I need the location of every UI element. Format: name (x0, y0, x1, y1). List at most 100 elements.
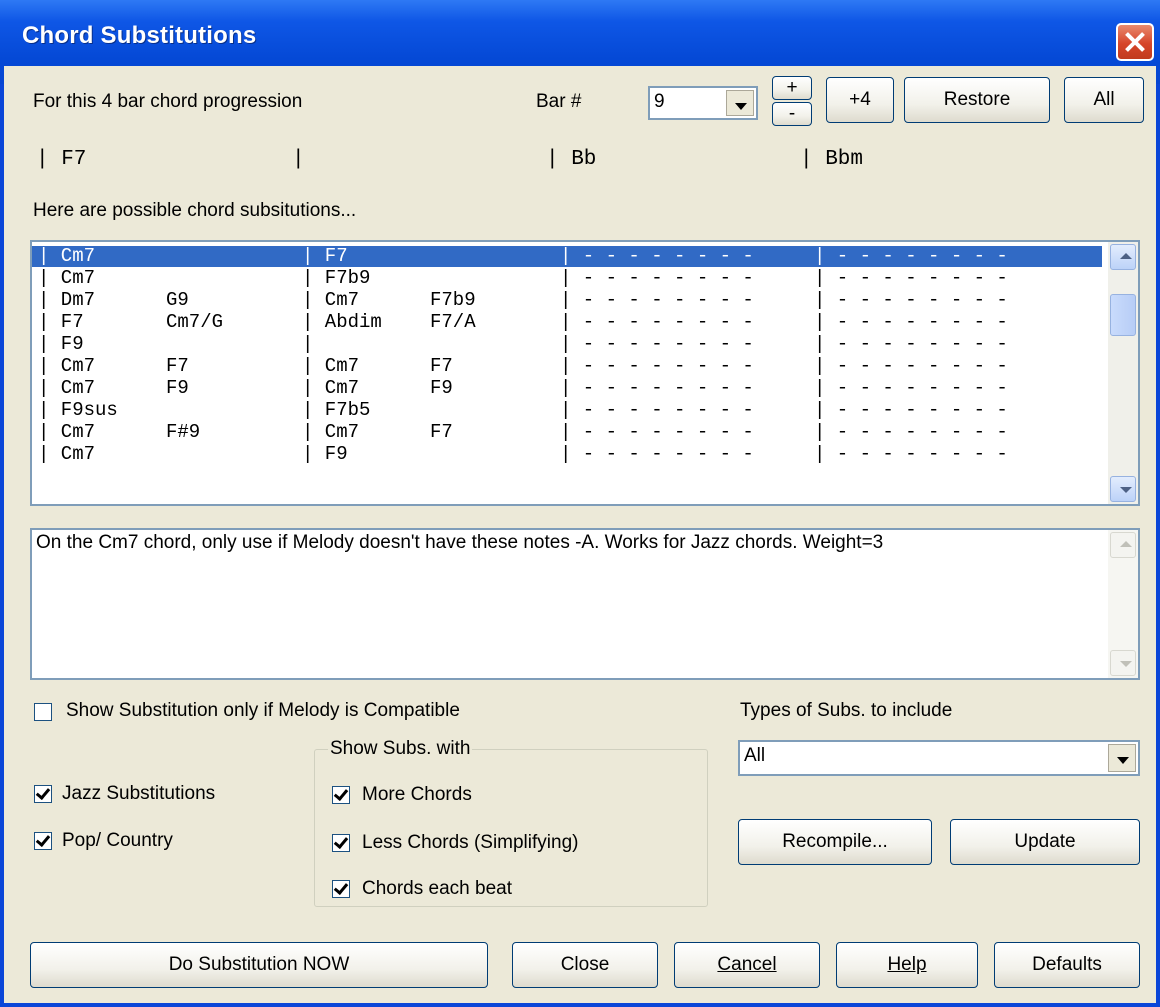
list-cell: | F7 (302, 245, 348, 267)
list-cell: | - - - - - - - - (814, 421, 1008, 443)
list-cell: | - - - - - - - - (814, 289, 1008, 311)
list-cell: Cm7/G (166, 311, 224, 333)
description-text: On the Cm7 chord, only use if Melody doe… (36, 532, 884, 553)
list-cell: | Cm7 (38, 443, 96, 465)
window-title: Chord Substitutions (22, 22, 257, 49)
list-cell: | Cm7 (38, 355, 96, 377)
plus4-button[interactable]: +4 (826, 77, 894, 123)
chevron-down-icon[interactable] (1108, 744, 1136, 772)
bar-number-value: 9 (654, 91, 665, 112)
list-cell: | - - - - - - - - (814, 333, 1008, 355)
close-window-button[interactable] (1116, 23, 1154, 61)
dialog-window: Chord Substitutions For this 4 bar chord… (0, 0, 1160, 1007)
list-item[interactable]: | Cm7 | F7 | - - - - - - - - | - - - - - - … (32, 246, 1102, 267)
recompile-button[interactable]: Recompile... (738, 819, 932, 865)
list-cell: | F7b5 (302, 399, 371, 421)
list-cell: G9 (166, 289, 189, 311)
do-substitution-button[interactable]: Do Substitution NOW (30, 942, 488, 988)
chevron-up-icon (1120, 541, 1132, 547)
list-cell: | Cm7 (302, 355, 360, 377)
list-cell: | - - - - - - - - (560, 245, 754, 267)
substitution-list[interactable]: | Cm7 | F7 | - - - - - - - - | - - - - - - … (30, 240, 1140, 506)
each-beat-checkbox[interactable] (332, 880, 350, 898)
update-button[interactable]: Update (950, 819, 1140, 865)
list-item[interactable]: | Cm7 F9 | Cm7 F9 | - - - - - - - - | - - - -… (32, 378, 1102, 399)
each-beat-label: Chords each beat (362, 878, 512, 899)
list-cell: | F7 (38, 311, 84, 333)
list-item[interactable]: | F9sus | F7b5 | - - - - - - - - | - - - - … (32, 400, 1102, 421)
list-cell: F9 (430, 377, 453, 399)
list-cell: | - - - - - - - - (560, 333, 754, 355)
description-box[interactable]: On the Cm7 chord, only use if Melody doe… (30, 528, 1140, 680)
list-cell: | Cm7 (38, 377, 96, 399)
list-cell: | - - - - - - - - (814, 399, 1008, 421)
list-cell: F9 (166, 377, 189, 399)
list-cell: | - - - - - - - - (560, 289, 754, 311)
list-cell: | - - - - - - - - (814, 377, 1008, 399)
list-cell: | Cm7 (302, 421, 360, 443)
jazz-substitutions-checkbox[interactable] (34, 785, 52, 803)
types-label: Types of Subs. to include (740, 700, 953, 721)
list-cell: | Dm7 (38, 289, 96, 311)
show-subs-group-label: Show Subs. with (328, 738, 473, 760)
list-item[interactable]: | F7 Cm7/G | Abdim F7/A | - - - - - - - - | -… (32, 312, 1102, 333)
chevron-down-icon[interactable] (726, 90, 754, 116)
list-item[interactable]: | Cm7 | F7b9 | - - - - - - - - | - - - - - … (32, 268, 1102, 289)
list-cell: | - - - - - - - - (560, 311, 754, 333)
help-button[interactable]: Help (836, 942, 978, 988)
bar-2-chord: | (292, 148, 305, 171)
defaults-button[interactable]: Defaults (994, 942, 1140, 988)
bar-minus-button[interactable]: - (772, 102, 812, 126)
list-item[interactable]: | Cm7 F7 | Cm7 F7 | - - - - - - - - | - - - -… (32, 356, 1102, 377)
chevron-down-icon (1120, 487, 1132, 493)
list-cell: | F7b9 (302, 267, 371, 289)
list-item[interactable]: | Cm7 F#9 | Cm7 F7 | - - - - - - - - | - - - … (32, 422, 1102, 443)
scroll-up-button[interactable] (1110, 244, 1136, 270)
list-item[interactable]: | F9 | | - - - - - - - - | - - - - - - - - (32, 334, 1102, 355)
list-cell: F7b9 (430, 289, 476, 311)
list-cell: F7 (430, 421, 453, 443)
list-cell: F7/A (430, 311, 476, 333)
list-cell: | - - - - - - - - (814, 245, 1008, 267)
description-scroll-up (1110, 532, 1136, 558)
progression-label: For this 4 bar chord progression (33, 91, 303, 112)
types-select[interactable]: All (738, 740, 1140, 776)
all-button[interactable]: All (1064, 77, 1144, 123)
list-cell: | - - - - - - - - (814, 355, 1008, 377)
list-cell: | - - - - - - - - (560, 377, 754, 399)
list-cell: | - - - - - - - - (560, 443, 754, 465)
jazz-substitutions-label: Jazz Substitutions (62, 783, 216, 804)
list-cell: | F9sus (38, 399, 118, 421)
cancel-button[interactable]: Cancel (674, 942, 820, 988)
less-chords-label: Less Chords (Simplifying) (362, 832, 579, 853)
list-cell: | - - - - - - - - (560, 399, 754, 421)
list-cell: | - - - - - - - - (560, 267, 754, 289)
list-cell: | Cm7 (38, 267, 96, 289)
list-item[interactable]: | Dm7 G9 | Cm7 F7b9 | - - - - - - - - | - - -… (32, 290, 1102, 311)
bar-3-chord: | Bb (546, 148, 597, 171)
list-cell: | (302, 333, 314, 355)
types-value: All (744, 745, 766, 766)
scroll-down-button[interactable] (1110, 476, 1136, 502)
melody-compatible-checkbox[interactable] (34, 703, 52, 721)
list-scrollbar[interactable] (1108, 242, 1138, 504)
scroll-thumb[interactable] (1110, 294, 1136, 336)
bar-number-label: Bar # (536, 91, 582, 112)
list-cell: | - - - - - - - - (560, 355, 754, 377)
bar-number-select[interactable]: 9 (648, 86, 758, 120)
bar-4-chord: | Bbm (800, 148, 864, 171)
subs-intro-label: Here are possible chord subsitutions... (33, 200, 357, 221)
bar-plus-button[interactable]: + (772, 76, 812, 100)
close-button[interactable]: Close (512, 942, 658, 988)
restore-button[interactable]: Restore (904, 77, 1050, 123)
list-cell: | Cm7 (38, 245, 96, 267)
list-item[interactable]: | Cm7 | F9 | - - - - - - - - | - - - - - - … (32, 444, 1102, 465)
more-chords-checkbox[interactable] (332, 786, 350, 804)
list-cell: | Cm7 (38, 421, 96, 443)
list-cell: F#9 (166, 421, 201, 443)
pop-country-checkbox[interactable] (34, 832, 52, 850)
description-scroll-down (1110, 650, 1136, 676)
chevron-down-icon (1120, 661, 1132, 667)
less-chords-checkbox[interactable] (332, 834, 350, 852)
list-cell: | - - - - - - - - (560, 421, 754, 443)
